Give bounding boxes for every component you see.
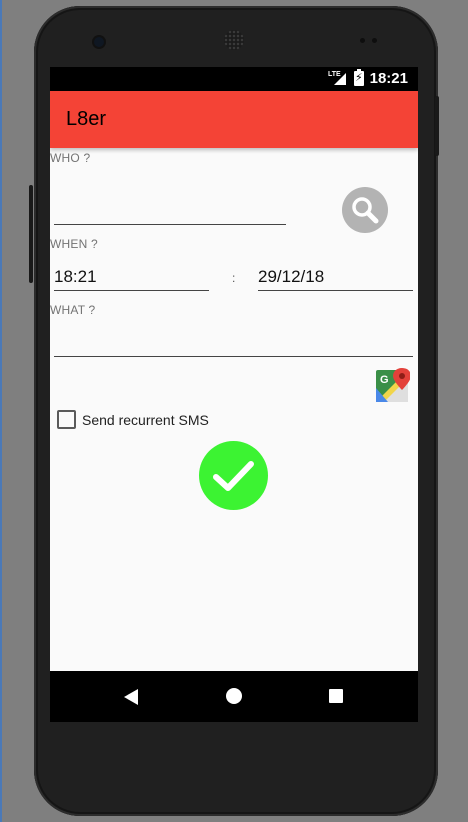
volume-button — [29, 185, 33, 283]
what-label: WHAT ? — [50, 303, 96, 317]
front-camera-icon — [94, 37, 104, 47]
svg-text:G: G — [380, 374, 389, 386]
who-input-underline — [54, 224, 286, 225]
google-maps-button[interactable]: G — [376, 368, 411, 402]
time-date-separator: : — [232, 271, 236, 285]
app-title: L8er — [66, 108, 107, 130]
what-input[interactable] — [54, 325, 413, 357]
status-bar: LTE ⚡ 18:21 — [50, 67, 418, 91]
sensor-icon — [360, 38, 365, 43]
time-field[interactable]: 18:21 — [54, 267, 97, 287]
navigation-bar — [50, 671, 418, 722]
date-field[interactable]: 29/12/18 — [258, 267, 324, 287]
sensor-icon — [372, 38, 377, 43]
power-button — [435, 96, 439, 156]
checkmark-icon — [213, 461, 254, 491]
home-icon[interactable] — [226, 688, 242, 704]
search-icon — [352, 197, 379, 224]
back-icon[interactable] — [124, 689, 138, 705]
battery-charging-icon: ⚡ — [354, 69, 364, 86]
date-field-underline — [258, 290, 413, 291]
status-time: 18:21 — [369, 70, 408, 87]
device-screen: LTE ⚡ 18:21 L8er WHO ? WHEN ? 18:21 : 29… — [50, 67, 418, 722]
what-input-underline — [54, 356, 413, 357]
who-label: WHO ? — [50, 151, 91, 165]
window-edge — [0, 0, 2, 822]
when-label: WHEN ? — [50, 237, 98, 251]
who-input[interactable] — [54, 192, 286, 224]
search-contact-button[interactable] — [342, 187, 388, 233]
signal-icon — [334, 73, 346, 85]
google-maps-icon: G — [376, 368, 411, 402]
recurrent-sms-label: Send recurrent SMS — [82, 412, 209, 428]
speaker-grille-icon — [224, 30, 244, 50]
confirm-button[interactable] — [199, 441, 268, 510]
time-field-underline — [54, 290, 209, 291]
recents-icon[interactable] — [329, 689, 343, 703]
app-bar: L8er — [50, 91, 418, 148]
recurrent-sms-checkbox[interactable] — [57, 410, 76, 429]
